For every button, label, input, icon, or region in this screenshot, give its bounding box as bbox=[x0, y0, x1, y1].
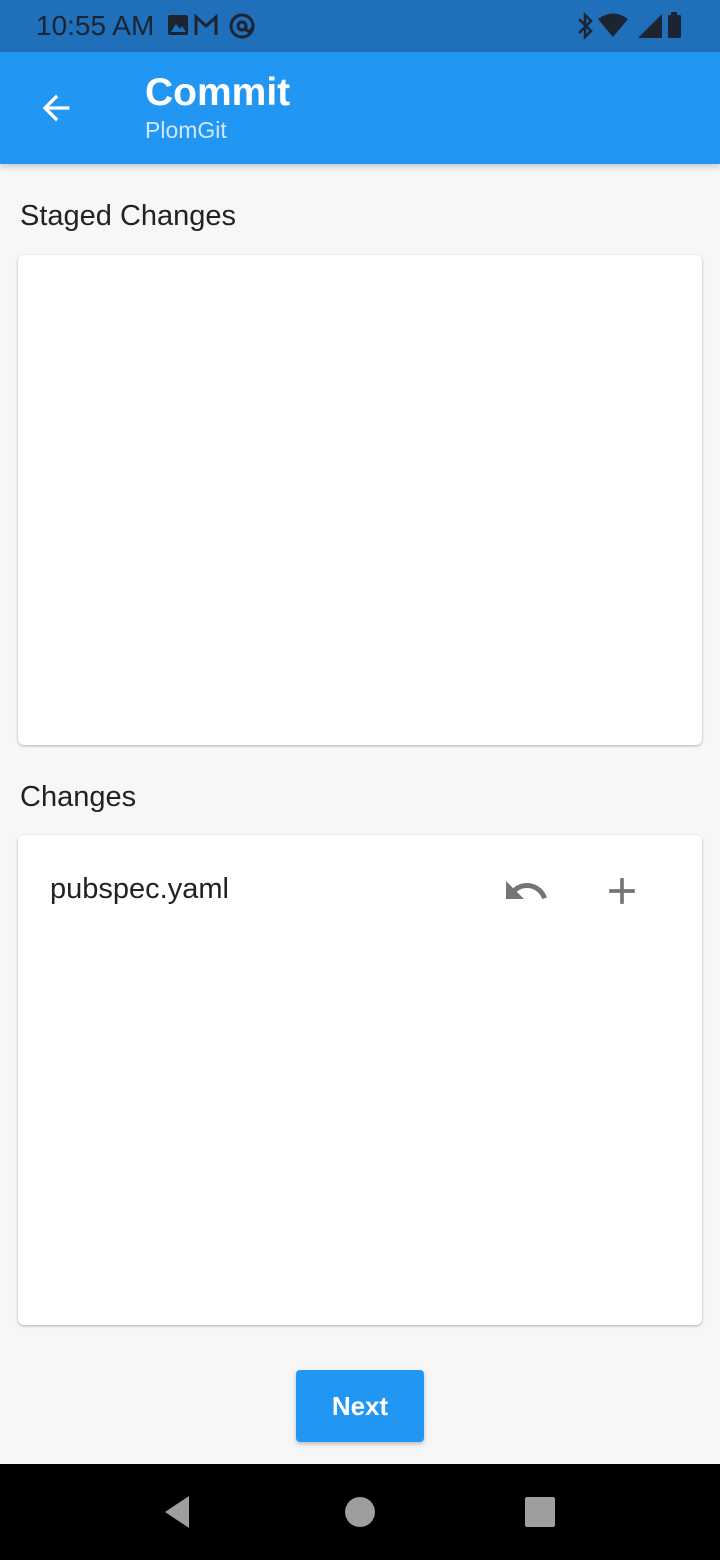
wifi-icon bbox=[598, 13, 628, 37]
status-system-icons bbox=[578, 11, 681, 41]
cellular-signal-icon bbox=[638, 14, 662, 38]
app-bar: Commit PlomGit bbox=[0, 52, 720, 164]
battery-icon bbox=[668, 12, 681, 38]
gmail-icon bbox=[194, 13, 218, 35]
staged-changes-heading: Staged Changes bbox=[20, 200, 237, 232]
page-title: Commit bbox=[145, 71, 291, 114]
status-notification-icons bbox=[168, 13, 255, 39]
status-time: 10:55 AM bbox=[36, 10, 155, 41]
page-subtitle: PlomGit bbox=[145, 117, 227, 143]
next-button[interactable]: Next bbox=[296, 1370, 424, 1442]
stage-change-button[interactable] bbox=[596, 865, 648, 917]
recents-square-icon bbox=[525, 1497, 555, 1527]
system-nav-bar bbox=[0, 1464, 720, 1560]
arrow-back-icon bbox=[42, 94, 70, 122]
staged-changes-list bbox=[18, 255, 702, 745]
at-sign-icon bbox=[229, 13, 255, 39]
back-triangle-icon bbox=[165, 1496, 189, 1528]
back-button[interactable] bbox=[24, 80, 88, 136]
file-name: pubspec.yaml bbox=[50, 873, 229, 905]
nav-recents-button[interactable] bbox=[516, 1488, 564, 1536]
discard-change-button[interactable] bbox=[500, 865, 552, 917]
commit-screen: 10:55 AM Commit PlomGit Staged Changes C… bbox=[0, 0, 720, 1560]
changes-heading: Changes bbox=[20, 781, 137, 813]
status-bar: 10:55 AM bbox=[0, 0, 720, 52]
undo-icon bbox=[506, 881, 547, 899]
bluetooth-icon bbox=[578, 11, 593, 41]
changes-list: pubspec.yaml bbox=[18, 835, 702, 1325]
image-icon bbox=[168, 15, 188, 35]
add-icon bbox=[609, 878, 635, 904]
list-item[interactable]: pubspec.yaml bbox=[18, 857, 702, 921]
nav-back-button[interactable] bbox=[154, 1488, 202, 1536]
nav-home-button[interactable] bbox=[336, 1488, 384, 1536]
home-circle-icon bbox=[345, 1497, 375, 1527]
